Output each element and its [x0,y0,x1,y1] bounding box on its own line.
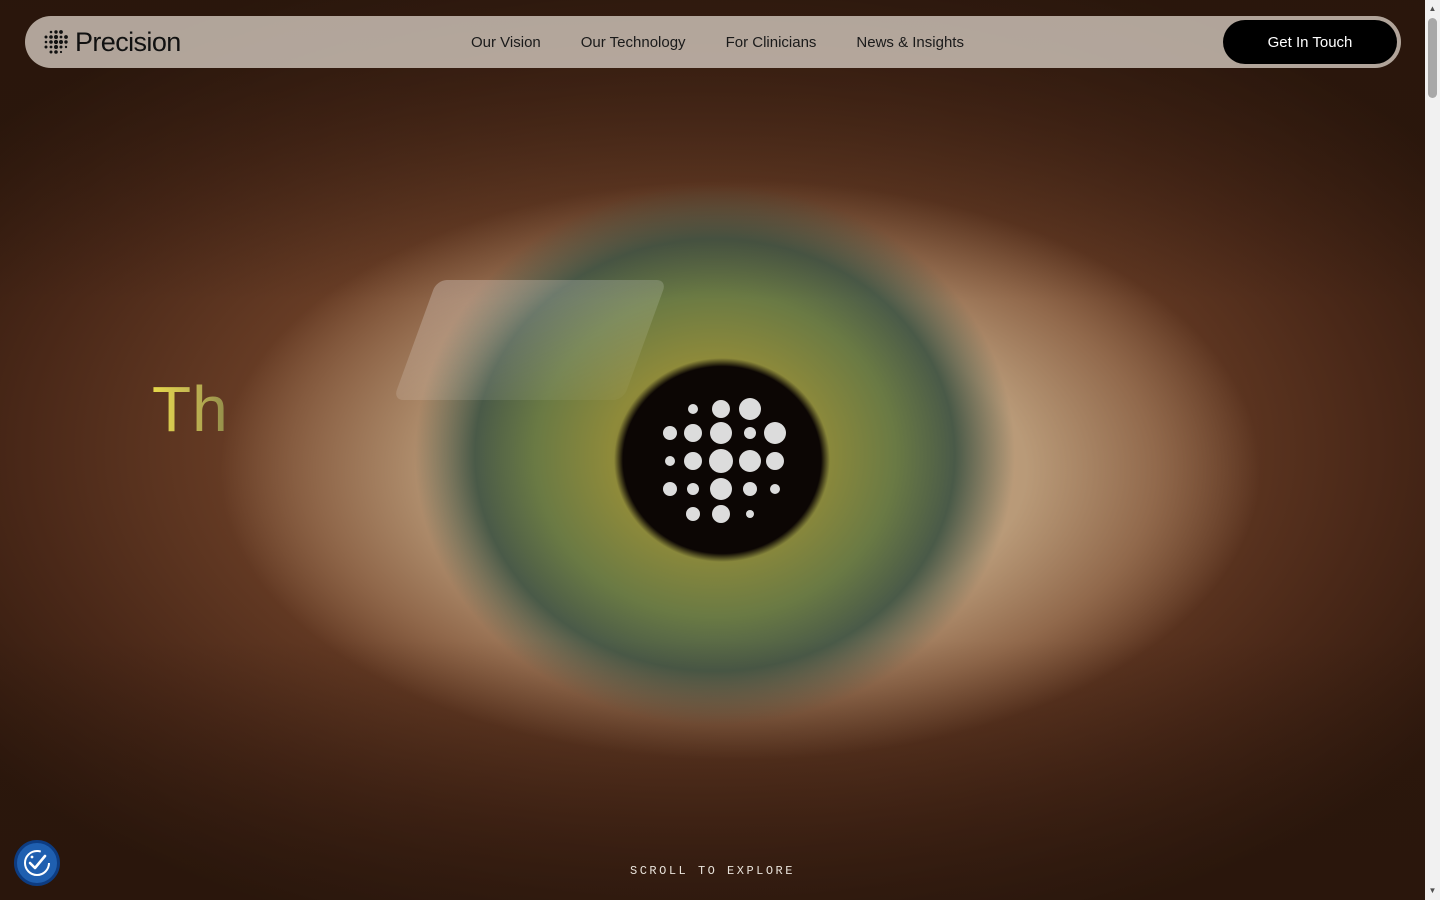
brand-name: Precision [75,26,181,57]
accessibility-check-icon [24,850,50,876]
dot-grid-logo-icon [44,30,68,54]
nav-link-news-insights[interactable]: News & Insights [856,34,964,51]
hero-headline: Th [152,373,229,445]
brand-home-link[interactable]: Precision [43,26,181,58]
lower-lid-shade [0,640,1425,900]
scrollbar-thumb[interactable] [1428,18,1437,98]
nav-link-our-vision[interactable]: Our Vision [471,34,541,51]
eye-reflection [393,280,667,400]
scroll-down-arrow-icon[interactable]: ▼ [1425,884,1440,898]
scroll-to-explore-hint: SCROLL TO EXPLORE [630,864,795,878]
pupil-logo-icon [663,398,786,523]
accessibility-button[interactable] [14,840,60,886]
get-in-touch-button[interactable]: Get In Touch [1223,20,1397,64]
page-viewport: Th SCROLL TO EXPLORE Precision Our Visio… [0,0,1425,900]
nav-link-our-technology[interactable]: Our Technology [581,34,686,51]
top-navbar: Precision Our Vision Our Technology For … [25,16,1401,68]
nav-links: Our Vision Our Technology For Clinicians… [471,16,964,68]
nav-link-for-clinicians[interactable]: For Clinicians [726,34,817,51]
page-scrollbar[interactable]: ▲ ▼ [1425,0,1440,900]
scroll-up-arrow-icon[interactable]: ▲ [1425,2,1440,16]
